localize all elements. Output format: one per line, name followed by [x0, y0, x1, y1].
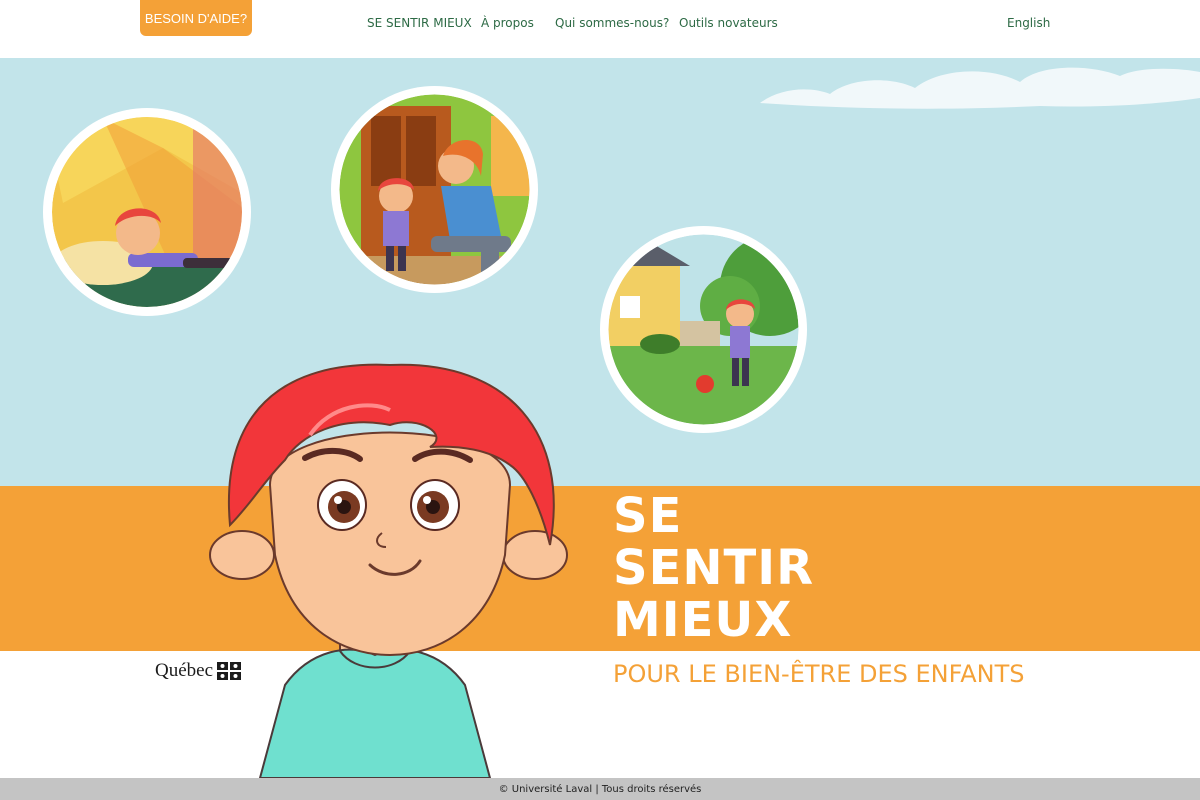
language-switch-link[interactable]: English	[1007, 16, 1050, 30]
cloud-illustration	[760, 67, 1200, 109]
hero-title-line-1: SE	[613, 488, 683, 544]
hero-title-line-2: SENTIR	[613, 540, 815, 596]
nav-link-qui-sommes-nous[interactable]: Qui sommes-nous?	[555, 16, 669, 30]
nav-link-outils-novateurs[interactable]: Outils novateurs	[679, 16, 778, 30]
top-navigation-bar: BESOIN D'AIDE? SE SENTIR MIEUX À propos …	[0, 0, 1200, 58]
help-button[interactable]: BESOIN D'AIDE?	[140, 0, 252, 36]
scene-yard-circle-image	[600, 226, 807, 433]
hero-orange-band	[0, 486, 1200, 651]
scene-tent-circle-image	[43, 108, 251, 316]
copyright-text: © Université Laval | Tous droits réservé…	[498, 783, 702, 795]
scene-mother-child-circle-image	[331, 86, 538, 293]
boy-character-illustration	[209, 363, 568, 778]
nav-link-a-propos[interactable]: À propos	[481, 16, 534, 30]
nav-link-se-sentir-mieux[interactable]: SE SENTIR MIEUX	[367, 16, 472, 30]
hero-subtitle: POUR LE BIEN-ÊTRE DES ENFANTS	[613, 660, 1025, 688]
footer-bar: © Université Laval | Tous droits réservé…	[0, 778, 1200, 800]
hero-title-line-3: MIEUX	[613, 592, 793, 648]
